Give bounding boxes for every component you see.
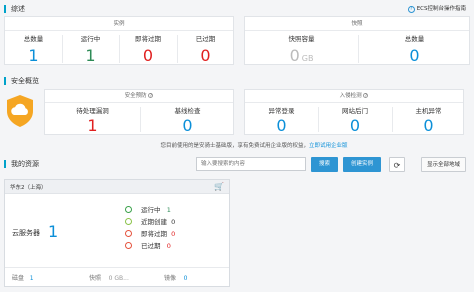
status-recent-label: 近期创建 xyxy=(141,218,167,226)
baseline-label: 基线检查 xyxy=(174,107,201,115)
status-running[interactable]: 运行中 1 xyxy=(125,205,171,216)
backdoor-stat[interactable]: 网站后门 0 xyxy=(318,107,392,135)
baseline-stat[interactable]: 基线检查 0 xyxy=(140,107,235,135)
abnormal-login-label: 异常登录 xyxy=(268,107,295,115)
status-recent[interactable]: 近期创建 0 xyxy=(125,217,175,228)
create-instance-button[interactable]: 创建实例 xyxy=(343,157,381,172)
vuln-stat[interactable]: 待处理漏洞 1 xyxy=(45,107,140,135)
intrusion-panel: 入侵检测 ? 异常登录 0 网站后门 0 主机异常 0 xyxy=(244,89,464,135)
snapshot-label: 快照 xyxy=(89,275,102,282)
status-expiring-value: 0 xyxy=(171,230,176,238)
image-stat[interactable]: 镜像 0 xyxy=(164,273,187,282)
snapshot-capacity[interactable]: 快照容量 0 GB xyxy=(245,35,358,68)
alarm-icon xyxy=(125,229,132,237)
play-icon xyxy=(125,205,132,213)
trial-link[interactable]: 立即试用企业版 xyxy=(309,143,348,149)
snapshots-panel: 快照 快照容量 0 GB 总数量 0 xyxy=(244,16,470,65)
disk-stat[interactable]: 磁盘 1 xyxy=(12,273,34,282)
prevention-panel: 安全预防 ? 待处理漏洞 1 基线检查 0 xyxy=(44,89,234,135)
instances-expired-label: 已过期 xyxy=(195,35,216,43)
status-running-label: 运行中 xyxy=(141,206,161,214)
instances-expiring-label: 即将过期 xyxy=(135,35,161,43)
backdoor-value: 0 xyxy=(349,116,361,135)
divider xyxy=(5,267,229,268)
shield-icon xyxy=(5,94,35,128)
info-icon: ? xyxy=(363,93,369,98)
vuln-value: 1 xyxy=(87,116,98,135)
status-expired[interactable]: 已过期 0 xyxy=(125,241,171,252)
snapshot-stat[interactable]: 快照 0 GB... xyxy=(89,273,129,282)
status-expiring-label: 即将过期 xyxy=(141,230,167,238)
abnormal-login-value: 0 xyxy=(276,116,287,135)
region-card[interactable]: 华东2（上海） 🛒 云服务器 1 运行中 1 近期创建 0 即将过期 0 已过期… xyxy=(4,179,230,287)
vuln-label: 待处理漏洞 xyxy=(76,107,109,115)
search-input[interactable] xyxy=(196,157,306,171)
refresh-button[interactable]: ⟳ xyxy=(389,157,405,172)
cart-icon[interactable]: 🛒 xyxy=(214,182,224,191)
instances-total-value: 1 xyxy=(28,46,39,65)
baseline-value: 0 xyxy=(182,116,193,135)
clock-icon xyxy=(125,217,132,225)
guide-link-label: ECS控制台操作指南 xyxy=(416,6,466,12)
guide-link[interactable]: ? ECS控制台操作指南 xyxy=(407,4,466,13)
status-expiring[interactable]: 即将过期 0 xyxy=(125,229,175,240)
instances-running[interactable]: 运行中 1 xyxy=(62,35,119,65)
snapshot-capacity-label: 快照容量 xyxy=(288,35,315,43)
snapshots-header: 快照 xyxy=(245,17,469,31)
instances-header: 实例 xyxy=(5,17,233,31)
overview-title: 综述 xyxy=(4,5,25,13)
prevention-header: 安全预防 xyxy=(124,93,147,99)
notice-text: 您目前使用的是安骑士基础版，享有免费试用企业版的权益， xyxy=(160,143,309,149)
ecs-count[interactable]: 1 xyxy=(48,222,58,241)
region-card-header: 华东2（上海） 🛒 xyxy=(5,180,229,194)
status-expired-value: 0 xyxy=(166,242,171,250)
snapshot-total-value: 0 xyxy=(409,46,420,65)
instances-expired-value: 0 xyxy=(200,46,211,65)
region-name: 华东2（上海） xyxy=(10,185,47,191)
show-all-regions-button[interactable]: 显示全部地域 xyxy=(421,157,466,172)
refresh-icon: ⟳ xyxy=(393,161,401,170)
ecs-label: 云服务器 xyxy=(12,229,40,237)
host-abnormal-value: 0 xyxy=(423,116,434,135)
resources-title: 我的资源 xyxy=(4,160,39,168)
security-title: 安全概览 xyxy=(4,77,39,85)
instances-expiring[interactable]: 即将过期 0 xyxy=(119,35,177,65)
info-icon: ? xyxy=(148,93,154,98)
instances-total[interactable]: 总数量 1 xyxy=(5,35,62,65)
status-running-value: 1 xyxy=(166,206,171,214)
search-button[interactable]: 搜索 xyxy=(311,157,338,172)
snapshot-total-label: 总数量 xyxy=(404,35,425,43)
status-recent-value: 0 xyxy=(171,218,176,226)
backdoor-label: 网站后门 xyxy=(342,107,368,115)
expired-icon xyxy=(125,241,132,249)
instances-running-value: 1 xyxy=(85,46,96,65)
status-expired-label: 已过期 xyxy=(141,242,161,250)
instances-expired[interactable]: 已过期 0 xyxy=(177,35,234,65)
disk-value: 1 xyxy=(29,275,34,282)
help-icon: ? xyxy=(407,6,415,13)
instances-panel: 实例 总数量 1 运行中 1 即将过期 0 已过期 0 xyxy=(4,16,234,65)
host-abnormal-stat[interactable]: 主机异常 0 xyxy=(392,107,465,135)
instances-total-label: 总数量 xyxy=(23,35,44,43)
abnormal-login-stat[interactable]: 异常登录 0 xyxy=(245,107,318,135)
host-abnormal-label: 主机异常 xyxy=(415,107,442,115)
image-value: 0 xyxy=(183,275,188,282)
security-notice: 您目前使用的是安骑士基础版，享有免费试用企业版的权益，立即试用企业版 xyxy=(44,141,464,149)
disk-label: 磁盘 xyxy=(12,275,25,282)
snapshot-capacity-value: 0 xyxy=(289,46,300,65)
snapshot-value: 0 GB... xyxy=(108,275,129,282)
image-label: 镜像 xyxy=(164,275,177,282)
snapshot-capacity-unit: GB xyxy=(301,54,314,63)
snapshot-total[interactable]: 总数量 0 xyxy=(358,35,471,65)
instances-running-label: 运行中 xyxy=(80,35,101,43)
intrusion-header: 入侵检测 xyxy=(339,93,362,99)
instances-expiring-value: 0 xyxy=(142,46,154,65)
